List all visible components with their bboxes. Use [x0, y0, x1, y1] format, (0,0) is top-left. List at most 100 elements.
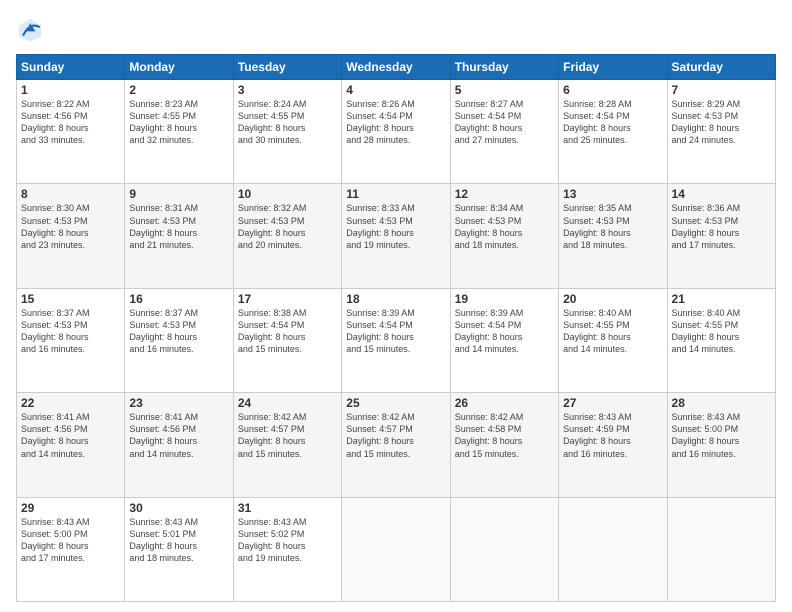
- day-info: Sunrise: 8:30 AM Sunset: 4:53 PM Dayligh…: [21, 202, 120, 251]
- day-number: 9: [129, 187, 228, 201]
- day-number: 21: [672, 292, 771, 306]
- calendar-cell: 14Sunrise: 8:36 AM Sunset: 4:53 PM Dayli…: [667, 184, 775, 288]
- calendar-cell: 20Sunrise: 8:40 AM Sunset: 4:55 PM Dayli…: [559, 288, 667, 392]
- day-number: 13: [563, 187, 662, 201]
- calendar-cell: 16Sunrise: 8:37 AM Sunset: 4:53 PM Dayli…: [125, 288, 233, 392]
- day-number: 27: [563, 396, 662, 410]
- day-number: 20: [563, 292, 662, 306]
- day-info: Sunrise: 8:40 AM Sunset: 4:55 PM Dayligh…: [672, 307, 771, 356]
- calendar-cell: 22Sunrise: 8:41 AM Sunset: 4:56 PM Dayli…: [17, 393, 125, 497]
- day-number: 3: [238, 83, 337, 97]
- day-info: Sunrise: 8:36 AM Sunset: 4:53 PM Dayligh…: [672, 202, 771, 251]
- calendar-cell: 1Sunrise: 8:22 AM Sunset: 4:56 PM Daylig…: [17, 80, 125, 184]
- calendar-cell: 15Sunrise: 8:37 AM Sunset: 4:53 PM Dayli…: [17, 288, 125, 392]
- calendar-cell: 6Sunrise: 8:28 AM Sunset: 4:54 PM Daylig…: [559, 80, 667, 184]
- calendar-cell: 11Sunrise: 8:33 AM Sunset: 4:53 PM Dayli…: [342, 184, 450, 288]
- calendar-cell: 2Sunrise: 8:23 AM Sunset: 4:55 PM Daylig…: [125, 80, 233, 184]
- calendar-cell: 7Sunrise: 8:29 AM Sunset: 4:53 PM Daylig…: [667, 80, 775, 184]
- calendar-cell: [342, 497, 450, 601]
- calendar-week-row: 15Sunrise: 8:37 AM Sunset: 4:53 PM Dayli…: [17, 288, 776, 392]
- calendar-cell: 29Sunrise: 8:43 AM Sunset: 5:00 PM Dayli…: [17, 497, 125, 601]
- calendar-week-row: 8Sunrise: 8:30 AM Sunset: 4:53 PM Daylig…: [17, 184, 776, 288]
- day-number: 31: [238, 501, 337, 515]
- day-number: 22: [21, 396, 120, 410]
- day-info: Sunrise: 8:32 AM Sunset: 4:53 PM Dayligh…: [238, 202, 337, 251]
- calendar-cell: [667, 497, 775, 601]
- calendar-cell: 28Sunrise: 8:43 AM Sunset: 5:00 PM Dayli…: [667, 393, 775, 497]
- calendar-week-row: 22Sunrise: 8:41 AM Sunset: 4:56 PM Dayli…: [17, 393, 776, 497]
- day-info: Sunrise: 8:41 AM Sunset: 4:56 PM Dayligh…: [129, 411, 228, 460]
- day-info: Sunrise: 8:23 AM Sunset: 4:55 PM Dayligh…: [129, 98, 228, 147]
- day-number: 5: [455, 83, 554, 97]
- day-number: 4: [346, 83, 445, 97]
- day-number: 19: [455, 292, 554, 306]
- day-info: Sunrise: 8:34 AM Sunset: 4:53 PM Dayligh…: [455, 202, 554, 251]
- day-number: 6: [563, 83, 662, 97]
- day-info: Sunrise: 8:33 AM Sunset: 4:53 PM Dayligh…: [346, 202, 445, 251]
- page: SundayMondayTuesdayWednesdayThursdayFrid…: [0, 0, 792, 612]
- calendar-day-header: Monday: [125, 55, 233, 80]
- calendar-table: SundayMondayTuesdayWednesdayThursdayFrid…: [16, 54, 776, 602]
- day-info: Sunrise: 8:39 AM Sunset: 4:54 PM Dayligh…: [455, 307, 554, 356]
- day-info: Sunrise: 8:26 AM Sunset: 4:54 PM Dayligh…: [346, 98, 445, 147]
- day-info: Sunrise: 8:43 AM Sunset: 5:00 PM Dayligh…: [21, 516, 120, 565]
- day-number: 10: [238, 187, 337, 201]
- calendar-cell: 17Sunrise: 8:38 AM Sunset: 4:54 PM Dayli…: [233, 288, 341, 392]
- calendar-cell: 8Sunrise: 8:30 AM Sunset: 4:53 PM Daylig…: [17, 184, 125, 288]
- day-number: 16: [129, 292, 228, 306]
- day-info: Sunrise: 8:43 AM Sunset: 5:02 PM Dayligh…: [238, 516, 337, 565]
- calendar-cell: [559, 497, 667, 601]
- day-number: 23: [129, 396, 228, 410]
- calendar-cell: 5Sunrise: 8:27 AM Sunset: 4:54 PM Daylig…: [450, 80, 558, 184]
- day-number: 26: [455, 396, 554, 410]
- day-info: Sunrise: 8:27 AM Sunset: 4:54 PM Dayligh…: [455, 98, 554, 147]
- calendar-cell: 26Sunrise: 8:42 AM Sunset: 4:58 PM Dayli…: [450, 393, 558, 497]
- calendar-day-header: Saturday: [667, 55, 775, 80]
- day-number: 7: [672, 83, 771, 97]
- calendar-cell: 31Sunrise: 8:43 AM Sunset: 5:02 PM Dayli…: [233, 497, 341, 601]
- logo: [16, 16, 48, 44]
- day-number: 28: [672, 396, 771, 410]
- logo-icon: [16, 16, 44, 44]
- calendar-cell: 27Sunrise: 8:43 AM Sunset: 4:59 PM Dayli…: [559, 393, 667, 497]
- calendar-cell: 3Sunrise: 8:24 AM Sunset: 4:55 PM Daylig…: [233, 80, 341, 184]
- calendar-day-header: Wednesday: [342, 55, 450, 80]
- day-info: Sunrise: 8:31 AM Sunset: 4:53 PM Dayligh…: [129, 202, 228, 251]
- day-number: 11: [346, 187, 445, 201]
- day-number: 18: [346, 292, 445, 306]
- day-info: Sunrise: 8:42 AM Sunset: 4:57 PM Dayligh…: [346, 411, 445, 460]
- day-info: Sunrise: 8:28 AM Sunset: 4:54 PM Dayligh…: [563, 98, 662, 147]
- day-number: 12: [455, 187, 554, 201]
- day-info: Sunrise: 8:41 AM Sunset: 4:56 PM Dayligh…: [21, 411, 120, 460]
- day-info: Sunrise: 8:43 AM Sunset: 5:01 PM Dayligh…: [129, 516, 228, 565]
- calendar-cell: 4Sunrise: 8:26 AM Sunset: 4:54 PM Daylig…: [342, 80, 450, 184]
- day-number: 24: [238, 396, 337, 410]
- day-number: 14: [672, 187, 771, 201]
- calendar-week-row: 1Sunrise: 8:22 AM Sunset: 4:56 PM Daylig…: [17, 80, 776, 184]
- calendar-cell: 21Sunrise: 8:40 AM Sunset: 4:55 PM Dayli…: [667, 288, 775, 392]
- day-number: 17: [238, 292, 337, 306]
- day-info: Sunrise: 8:42 AM Sunset: 4:58 PM Dayligh…: [455, 411, 554, 460]
- day-info: Sunrise: 8:40 AM Sunset: 4:55 PM Dayligh…: [563, 307, 662, 356]
- calendar-cell: 19Sunrise: 8:39 AM Sunset: 4:54 PM Dayli…: [450, 288, 558, 392]
- calendar-week-row: 29Sunrise: 8:43 AM Sunset: 5:00 PM Dayli…: [17, 497, 776, 601]
- day-info: Sunrise: 8:43 AM Sunset: 4:59 PM Dayligh…: [563, 411, 662, 460]
- header: [16, 16, 776, 44]
- day-info: Sunrise: 8:22 AM Sunset: 4:56 PM Dayligh…: [21, 98, 120, 147]
- calendar-day-header: Friday: [559, 55, 667, 80]
- calendar-cell: 9Sunrise: 8:31 AM Sunset: 4:53 PM Daylig…: [125, 184, 233, 288]
- calendar-cell: 24Sunrise: 8:42 AM Sunset: 4:57 PM Dayli…: [233, 393, 341, 497]
- day-info: Sunrise: 8:37 AM Sunset: 4:53 PM Dayligh…: [21, 307, 120, 356]
- day-info: Sunrise: 8:38 AM Sunset: 4:54 PM Dayligh…: [238, 307, 337, 356]
- day-number: 30: [129, 501, 228, 515]
- day-info: Sunrise: 8:37 AM Sunset: 4:53 PM Dayligh…: [129, 307, 228, 356]
- day-number: 1: [21, 83, 120, 97]
- calendar-cell: 10Sunrise: 8:32 AM Sunset: 4:53 PM Dayli…: [233, 184, 341, 288]
- day-number: 2: [129, 83, 228, 97]
- day-info: Sunrise: 8:35 AM Sunset: 4:53 PM Dayligh…: [563, 202, 662, 251]
- calendar-day-header: Sunday: [17, 55, 125, 80]
- calendar-cell: 12Sunrise: 8:34 AM Sunset: 4:53 PM Dayli…: [450, 184, 558, 288]
- day-info: Sunrise: 8:29 AM Sunset: 4:53 PM Dayligh…: [672, 98, 771, 147]
- day-info: Sunrise: 8:24 AM Sunset: 4:55 PM Dayligh…: [238, 98, 337, 147]
- calendar-header-row: SundayMondayTuesdayWednesdayThursdayFrid…: [17, 55, 776, 80]
